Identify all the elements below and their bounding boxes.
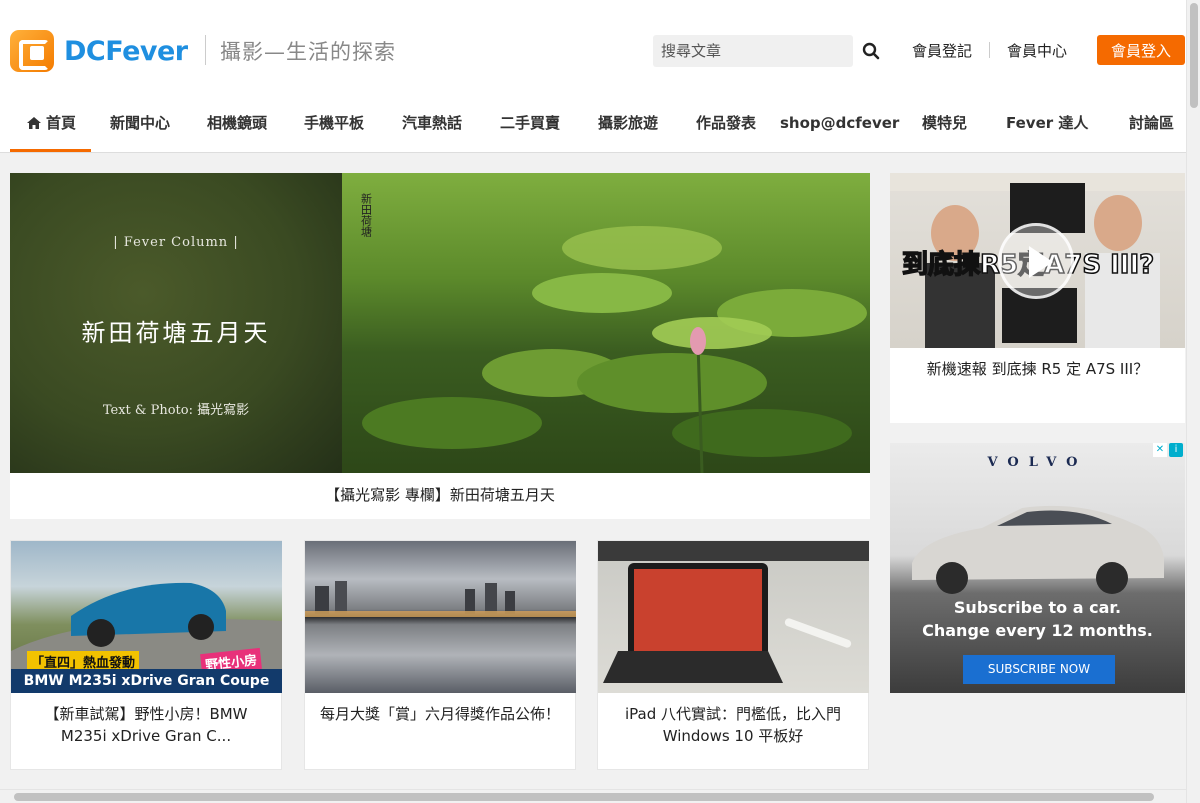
nav-item-shop[interactable]: shop@dcfever [780,100,899,152]
nav-item-forum[interactable]: 討論區 [1129,100,1174,152]
feature-caption[interactable]: 【攝光寫影 專欄】新田荷塘五月天 [10,473,870,519]
nav-item-news[interactable]: 新聞中心 [110,100,170,152]
bmw-car-image: 「直四」熱血發動 野性小房 BMW M235i xDrive Gran Coup… [11,541,282,693]
logo-text: DCFever [64,35,188,67]
feature-image-title: 新田荷塘五月天 [81,319,271,347]
site-logo[interactable]: DCFever [10,30,188,72]
video-card[interactable]: 到底揀R5定A7S III? 新機速報 到底揀 R5 定 A7S III？ [890,173,1185,423]
card-caption[interactable]: 【新車試駕】野性小房！BMW M235i xDrive Gran C... [21,703,271,747]
horizontal-scrollbar[interactable] [0,789,1186,803]
nav-item-auto[interactable]: 汽車熱話 [402,100,462,152]
nav-item-mobile-tablet[interactable]: 手機平板 [304,100,364,152]
main-nav: 首頁 新聞中心 相機鏡頭 手機平板 汽車熱話 二手買賣 攝影旅遊 作品發表 sh… [10,100,1186,152]
search-icon[interactable] [862,42,880,60]
reflection-photo [305,541,576,693]
nav-item-home[interactable]: 首頁 [10,100,91,152]
video-caption[interactable]: 新機速報 到底揀 R5 定 A7S III？ [890,358,1185,379]
ad-subheadline: Change every 12 months. [922,621,1153,640]
dcfever-logo-icon [10,30,54,72]
feature-image: | Fever Column | 新田荷塘五月天 Text & Photo: 攝… [10,173,870,473]
nav-item-gallery[interactable]: 作品發表 [696,100,756,152]
lotus-pond-photo: 新田荷塘 [342,173,870,473]
nav-item-trading[interactable]: 二手買賣 [500,100,560,152]
video-thumbnail: 到底揀R5定A7S III? [890,173,1185,348]
column-label: | Fever Column | [113,235,239,250]
feature-image-credit: Text & Photo: 攝光寫影 [102,403,250,418]
volvo-car-image [912,505,1164,594]
overlay-model-name: BMW M235i xDrive Gran Coupe [11,669,282,693]
svg-text:新田荷塘: 新田荷塘 [360,192,373,238]
toplink-divider [989,42,990,58]
member-register-link[interactable]: 會員登記 [912,40,972,61]
home-icon [27,117,41,129]
volvo-ad[interactable]: ✕ i VOLVO Subscribe to a car. Change eve… [890,443,1185,693]
ipad-photo [598,541,869,693]
search-input[interactable] [653,35,853,67]
vertical-scrollbar[interactable] [1186,0,1200,803]
article-card[interactable]: 每月大獎「賞」六月得獎作品公佈！ [304,540,576,770]
vertical-scrollbar-thumb[interactable] [1190,3,1198,108]
nav-item-fever-expert[interactable]: Fever 達人 [1006,100,1088,152]
site-header: DCFever 攝影—生活的探索 會員登記 會員中心 會員登入 首頁 新聞中心 … [0,0,1186,153]
article-card[interactable]: 「直四」熱血發動 野性小房 BMW M235i xDrive Gran Coup… [10,540,282,770]
nav-item-models[interactable]: 模特兒 [922,100,967,152]
feature-article[interactable]: | Fever Column | 新田荷塘五月天 Text & Photo: 攝… [10,173,870,519]
member-center-link[interactable]: 會員中心 [1007,40,1067,61]
ad-headline: Subscribe to a car. [953,598,1122,617]
feature-title-panel: | Fever Column | 新田荷塘五月天 Text & Photo: 攝… [10,173,342,473]
login-button[interactable]: 會員登入 [1097,35,1185,65]
nav-item-travel[interactable]: 攝影旅遊 [598,100,658,152]
subscribe-now-button[interactable]: SUBSCRIBE NOW [963,655,1115,684]
nav-item-camera-lens[interactable]: 相機鏡頭 [207,100,267,152]
nav-label: 首頁 [46,114,77,132]
ad-brand: VOLVO [987,455,1088,470]
logo-divider [205,35,206,65]
lotus-leaves-graphic: 新田荷塘 [360,192,867,473]
card-caption[interactable]: iPad 八代實試：門檻低，比入門 Windows 10 平板好 [608,703,858,747]
site-tagline: 攝影—生活的探索 [220,40,396,64]
play-icon[interactable] [998,223,1074,299]
horizontal-scrollbar-thumb[interactable] [14,793,1154,801]
card-caption[interactable]: 每月大獎「賞」六月得獎作品公佈！ [315,703,565,725]
article-card[interactable]: iPad 八代實試：門檻低，比入門 Windows 10 平板好 [597,540,869,770]
